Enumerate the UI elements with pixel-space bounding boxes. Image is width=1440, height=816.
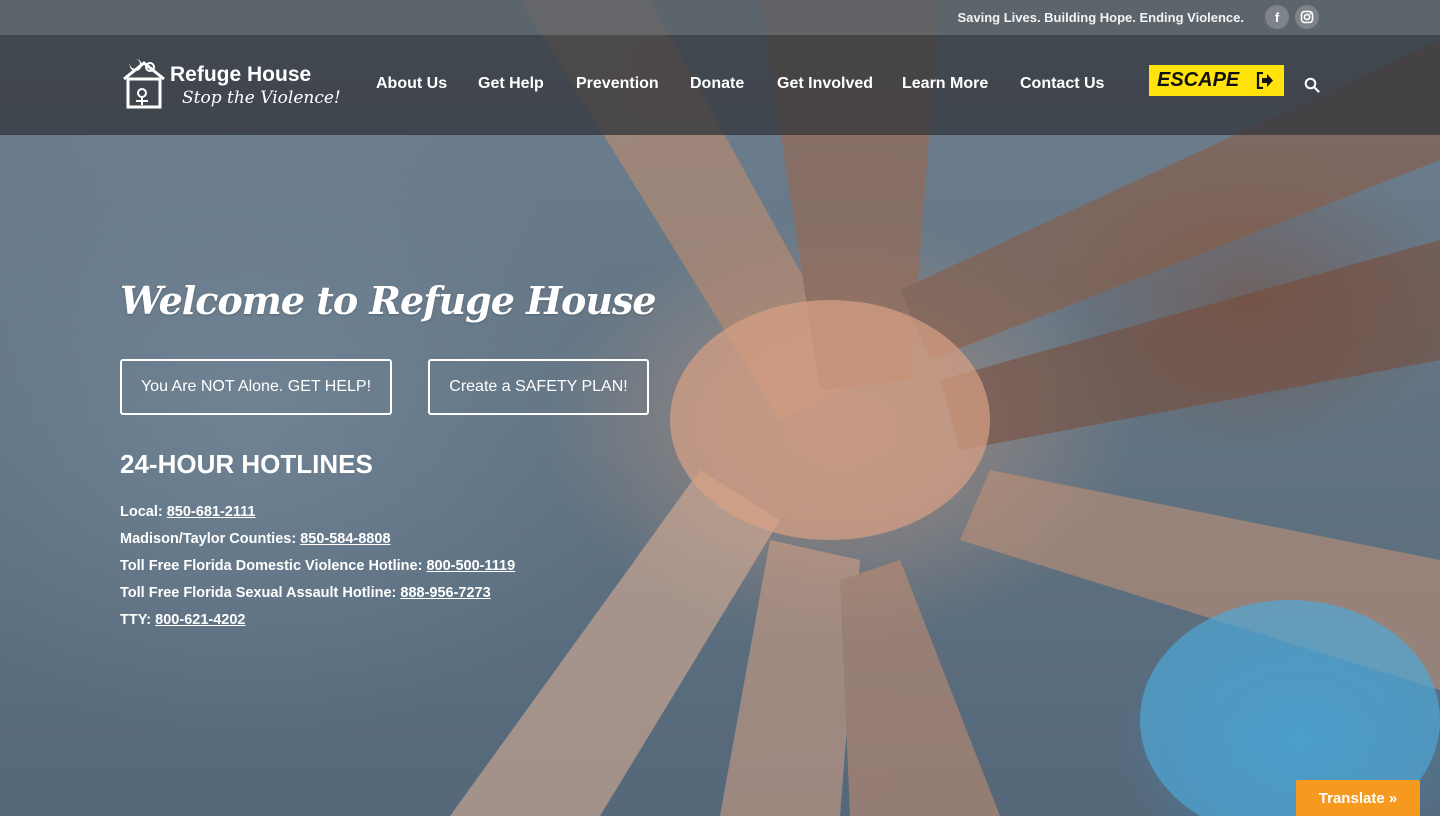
nav-learn-more[interactable]: Learn More bbox=[902, 75, 988, 93]
hotline-label: Madison/Taylor Counties: bbox=[120, 531, 297, 547]
welcome-heading: Welcome to Refuge House bbox=[120, 278, 657, 323]
logo-subtitle: Stop the Violence! bbox=[182, 88, 341, 108]
hotline-local: Local: 850-681-2111 bbox=[120, 504, 255, 520]
hotline-domestic-violence: Toll Free Florida Domestic Violence Hotl… bbox=[120, 558, 515, 574]
top-bar: Saving Lives. Building Hope. Ending Viol… bbox=[0, 0, 1440, 35]
facebook-icon[interactable]: f bbox=[1265, 5, 1289, 29]
hotline-number-link[interactable]: 850-681-2111 bbox=[167, 504, 256, 520]
hotline-sexual-assault: Toll Free Florida Sexual Assault Hotline… bbox=[120, 585, 491, 601]
safety-plan-button[interactable]: Create a SAFETY PLAN! bbox=[428, 359, 649, 415]
nav-get-help[interactable]: Get Help bbox=[478, 75, 544, 93]
house-logo-icon bbox=[123, 59, 165, 109]
main-header: Refuge House Stop the Violence! About Us… bbox=[0, 35, 1440, 135]
nav-donate[interactable]: Donate bbox=[690, 75, 744, 93]
search-icon[interactable] bbox=[1304, 77, 1320, 93]
escape-label: ESCAPE bbox=[1157, 69, 1240, 91]
nav-get-involved[interactable]: Get Involved bbox=[777, 75, 873, 93]
hotline-label: Local: bbox=[120, 504, 163, 520]
logo-name: Refuge House bbox=[170, 63, 312, 86]
hotline-madison-taylor: Madison/Taylor Counties: 850-584-8808 bbox=[120, 531, 391, 547]
site-logo[interactable]: Refuge House Stop the Violence! bbox=[120, 55, 341, 113]
hotline-number-link[interactable]: 800-500-1119 bbox=[426, 558, 515, 574]
hotline-number-link[interactable]: 800-621-4202 bbox=[155, 612, 245, 628]
exit-icon bbox=[1256, 72, 1273, 89]
get-help-button[interactable]: You Are NOT Alone. GET HELP! bbox=[120, 359, 392, 415]
hotline-label: Toll Free Florida Domestic Violence Hotl… bbox=[120, 558, 423, 574]
nav-prevention[interactable]: Prevention bbox=[576, 75, 659, 93]
translate-button[interactable]: Translate » bbox=[1296, 780, 1420, 816]
instagram-icon[interactable] bbox=[1295, 5, 1319, 29]
hotline-label: Toll Free Florida Sexual Assault Hotline… bbox=[120, 585, 397, 601]
site-tagline: Saving Lives. Building Hope. Ending Viol… bbox=[957, 10, 1244, 25]
hotline-number-link[interactable]: 888-956-7273 bbox=[400, 585, 490, 601]
hotline-number-link[interactable]: 850-584-8808 bbox=[300, 531, 390, 547]
hotline-label: TTY: bbox=[120, 612, 152, 628]
nav-about-us[interactable]: About Us bbox=[376, 75, 447, 93]
nav-contact-us[interactable]: Contact Us bbox=[1020, 75, 1104, 93]
hotline-tty: TTY: 800-621-4202 bbox=[120, 612, 245, 628]
escape-button[interactable]: ESCAPE bbox=[1149, 65, 1284, 96]
hotlines-heading: 24-HOUR HOTLINES bbox=[120, 449, 373, 479]
